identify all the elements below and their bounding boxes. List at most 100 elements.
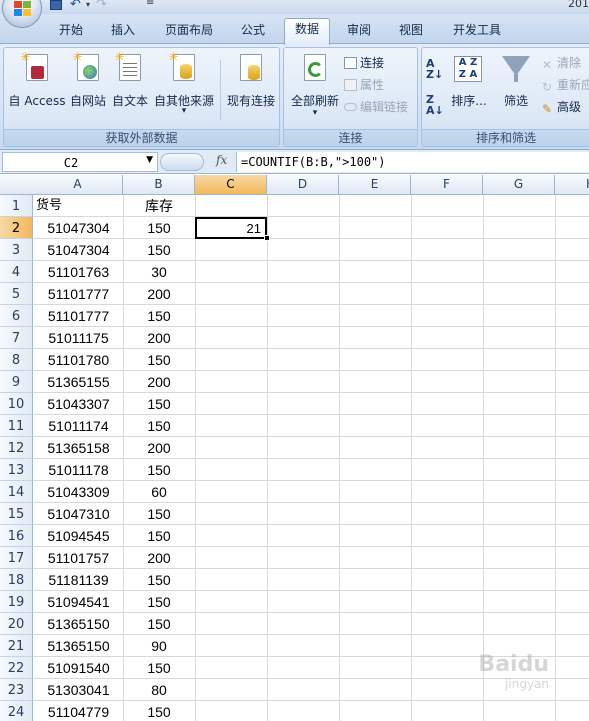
formula-input[interactable]: =COUNTIF(B:B,">100") xyxy=(236,152,589,172)
cell-item-number[interactable]: 51043309 xyxy=(34,481,123,503)
tab-review[interactable]: 审阅 xyxy=(340,20,378,44)
cell-item-number[interactable]: 51365155 xyxy=(34,371,123,393)
cell-item-number[interactable]: 51011178 xyxy=(34,459,123,481)
cell-stock[interactable]: 150 xyxy=(124,591,194,613)
row-header-17[interactable]: 17 xyxy=(0,547,33,569)
cell-item-number[interactable]: 51365150 xyxy=(34,635,123,657)
cell-item-number[interactable]: 51104779 xyxy=(34,701,123,721)
from-text-button[interactable]: ✳ 自文本 xyxy=(110,51,150,108)
cell-item-number[interactable]: 51011174 xyxy=(34,415,123,437)
from-access-button[interactable]: ✳ 自 Access xyxy=(6,51,68,108)
cell-stock[interactable]: 30 xyxy=(124,261,194,283)
cell-item-number[interactable]: 51047304 xyxy=(34,239,123,261)
cell-item-number[interactable]: 51181139 xyxy=(34,569,123,591)
redo-icon[interactable]: ↷ xyxy=(96,0,107,12)
row-header-7[interactable]: 7 xyxy=(0,327,33,349)
from-web-button[interactable]: ✳ 自网站 xyxy=(68,51,108,108)
cell-item-number[interactable]: 51365158 xyxy=(34,437,123,459)
cell-stock[interactable]: 150 xyxy=(124,701,194,721)
cell-stock[interactable]: 150 xyxy=(124,305,194,327)
spreadsheet-grid[interactable]: ABCDEFGH 1234567891011121314151617181920… xyxy=(0,175,589,721)
column-header-h[interactable]: H xyxy=(555,175,589,195)
row-header-18[interactable]: 18 xyxy=(0,569,33,591)
row-header-8[interactable]: 8 xyxy=(0,349,33,371)
row-header-24[interactable]: 24 xyxy=(0,701,33,721)
cell-item-number[interactable]: 51101757 xyxy=(34,547,123,569)
cell-item-number[interactable]: 51011175 xyxy=(34,327,123,349)
refresh-all-button[interactable]: 全部刷新 ▾ xyxy=(286,52,344,126)
row-header-3[interactable]: 3 xyxy=(0,239,33,261)
reapply-button[interactable]: ↻ 重新应 xyxy=(542,76,589,94)
tab-view[interactable]: 视图 xyxy=(392,20,430,44)
cell-stock[interactable]: 150 xyxy=(124,393,194,415)
row-header-21[interactable]: 21 xyxy=(0,635,33,657)
sort-button[interactable]: A ZZ A 排序... xyxy=(448,52,490,108)
column-header-g[interactable]: G xyxy=(483,175,555,195)
cell-item-number[interactable]: 51091540 xyxy=(34,657,123,679)
cell-stock[interactable]: 200 xyxy=(124,327,194,349)
row-header-14[interactable]: 14 xyxy=(0,481,33,503)
column-header-a[interactable]: A xyxy=(33,175,123,195)
tab-developer[interactable]: 开发工具 xyxy=(446,20,508,44)
row-header-15[interactable]: 15 xyxy=(0,503,33,525)
filter-button[interactable]: 筛选 xyxy=(494,52,538,108)
advanced-filter-button[interactable]: ✎ 高级 xyxy=(542,98,581,116)
row-header-13[interactable]: 13 xyxy=(0,459,33,481)
cell-stock[interactable]: 150 xyxy=(124,239,194,261)
chevron-down-icon[interactable]: ▼ xyxy=(146,155,153,165)
cell-a1-header[interactable]: 货号 xyxy=(34,195,123,217)
row-header-6[interactable]: 6 xyxy=(0,305,33,327)
row-header-4[interactable]: 4 xyxy=(0,261,33,283)
cell-item-number[interactable]: 51365150 xyxy=(34,613,123,635)
cell-item-number[interactable]: 51094541 xyxy=(34,591,123,613)
cell-item-number[interactable]: 51101777 xyxy=(34,305,123,327)
row-header-20[interactable]: 20 xyxy=(0,613,33,635)
from-other-sources-button[interactable]: ✳ 自其他来源 ▾ xyxy=(152,51,216,122)
tab-insert[interactable]: 插入 xyxy=(104,20,142,44)
cell-stock[interactable]: 200 xyxy=(124,437,194,459)
connections-button[interactable]: 连接 xyxy=(344,54,384,71)
clear-button[interactable]: ✕ 清除 xyxy=(542,54,581,72)
cell-stock[interactable]: 150 xyxy=(124,349,194,371)
active-cell[interactable]: 21 xyxy=(195,217,267,239)
cell-b1-header[interactable]: 库存 xyxy=(124,195,194,217)
formula-bar-splitter[interactable] xyxy=(160,153,204,171)
cell-stock[interactable]: 80 xyxy=(124,679,194,701)
column-header-e[interactable]: E xyxy=(339,175,411,195)
cell-item-number[interactable]: 51101777 xyxy=(34,283,123,305)
cell-stock[interactable]: 150 xyxy=(124,415,194,437)
row-header-10[interactable]: 10 xyxy=(0,393,33,415)
row-header-22[interactable]: 22 xyxy=(0,657,33,679)
save-icon[interactable] xyxy=(50,0,62,10)
properties-button[interactable]: 属性 xyxy=(344,76,384,93)
cell-item-number[interactable]: 51101763 xyxy=(34,261,123,283)
edit-links-button[interactable]: 编辑链接 xyxy=(344,98,408,115)
cell-stock[interactable]: 150 xyxy=(124,217,194,239)
cell-item-number[interactable]: 51047310 xyxy=(34,503,123,525)
column-header-b[interactable]: B xyxy=(123,175,195,195)
name-box[interactable]: C2 ▼ xyxy=(2,152,158,172)
row-header-1[interactable]: 1 xyxy=(0,195,33,217)
cell-stock[interactable]: 150 xyxy=(124,525,194,547)
cell-stock[interactable]: 150 xyxy=(124,503,194,525)
column-header-f[interactable]: F xyxy=(411,175,483,195)
cell-item-number[interactable]: 51094545 xyxy=(34,525,123,547)
cell-item-number[interactable]: 51303041 xyxy=(34,679,123,701)
undo-dropdown-icon[interactable]: ▾ xyxy=(86,0,90,9)
cell-stock[interactable]: 150 xyxy=(124,657,194,679)
existing-connections-button[interactable]: 现有连接 xyxy=(223,52,279,108)
column-header-c[interactable]: C xyxy=(195,175,267,195)
cell-stock[interactable]: 200 xyxy=(124,547,194,569)
cell-stock[interactable]: 60 xyxy=(124,481,194,503)
sort-descending-icon[interactable]: Z A↓ xyxy=(426,94,446,120)
cell-stock[interactable]: 200 xyxy=(124,371,194,393)
sort-ascending-icon[interactable]: A Z↓ xyxy=(426,58,446,84)
cell-stock[interactable]: 90 xyxy=(124,635,194,657)
row-header-12[interactable]: 12 xyxy=(0,437,33,459)
row-header-19[interactable]: 19 xyxy=(0,591,33,613)
customize-quick-access-icon[interactable]: ≡ xyxy=(146,0,154,8)
cell-item-number[interactable]: 51043307 xyxy=(34,393,123,415)
tab-home[interactable]: 开始 xyxy=(52,20,90,44)
select-all-corner[interactable] xyxy=(0,175,34,195)
tab-formulas[interactable]: 公式 xyxy=(234,20,272,44)
